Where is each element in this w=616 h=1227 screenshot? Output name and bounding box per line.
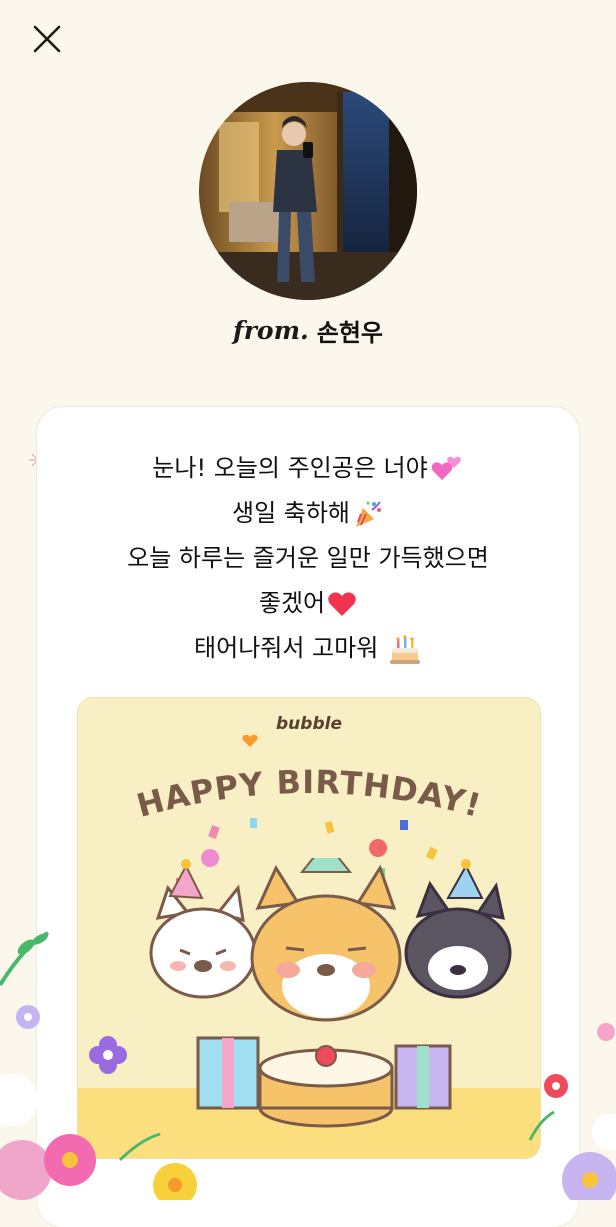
avatar-photo: [199, 82, 417, 300]
from-label: from.: [232, 315, 309, 345]
two-hearts-icon: [431, 456, 461, 480]
birthday-card-image[interactable]: bubble HAPPY BIRTHDAY!: [77, 697, 541, 1159]
message-line: 눈나! 오늘의 주인공은 너야: [37, 446, 579, 491]
heart-orange-icon: [242, 734, 258, 747]
red-heart-icon: [328, 592, 356, 616]
message-line: 태어나줘서 고마워: [37, 626, 579, 671]
sender-name: 손현우: [316, 318, 383, 347]
message-line: 좋겠어: [37, 581, 579, 626]
brand-logo: bubble: [276, 714, 342, 734]
message-line: 오늘 하루는 즐거운 일만 가득했으면: [127, 544, 489, 572]
close-icon: [33, 25, 61, 53]
sender-avatar[interactable]: [199, 82, 417, 300]
birthday-cake-icon: [389, 635, 420, 664]
message-line: 생일 축하해: [37, 491, 579, 536]
message-text: 눈나! 오늘의 주인공은 너야 생일 축하해 오늘 하루는 즐거운 일만 가득했…: [37, 446, 579, 671]
flower-decoration: [528, 1023, 616, 1200]
dogs-birthday-illustration: [149, 858, 512, 1128]
sender-row: from. 손현우: [0, 308, 616, 352]
party-popper-icon: [356, 501, 382, 527]
flower-decoration: [44, 1132, 197, 1200]
close-button[interactable]: [28, 20, 66, 58]
purple-flower-icon: [89, 1036, 127, 1074]
